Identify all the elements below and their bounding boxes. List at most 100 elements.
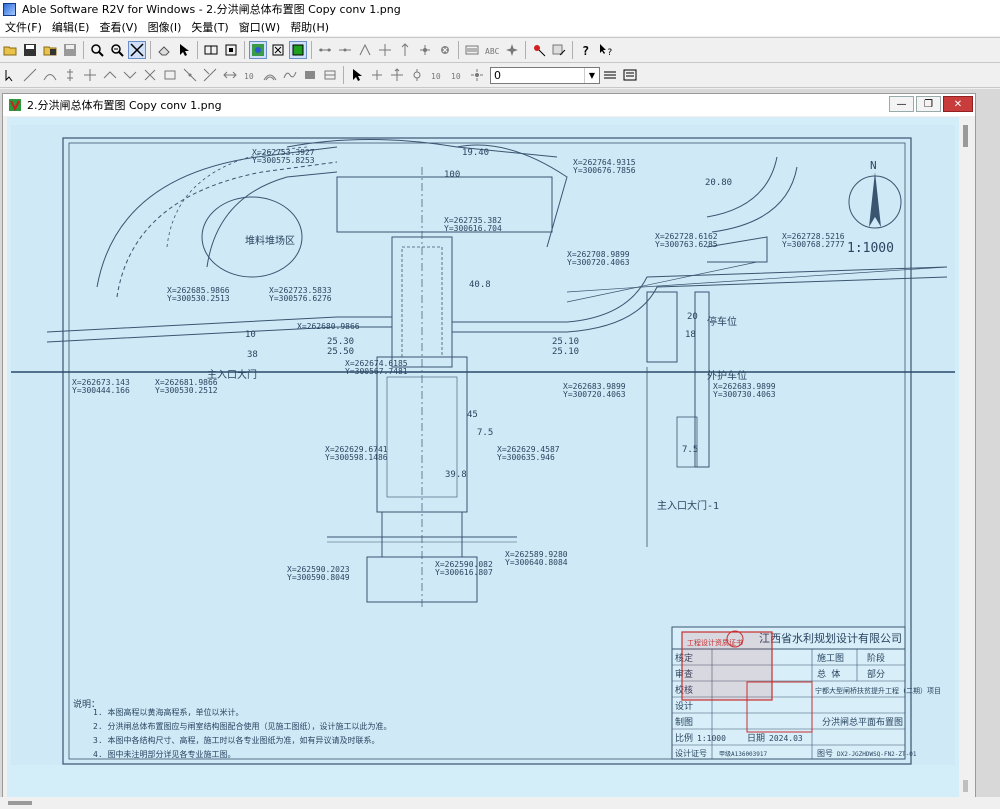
cross-node-icon[interactable] <box>81 66 99 84</box>
cross-tool-icon[interactable] <box>128 41 146 59</box>
eraser-icon[interactable] <box>155 41 173 59</box>
dim-label: 7.5 <box>682 445 698 455</box>
toolbar-separator <box>197 41 198 59</box>
toolbar-separator <box>83 41 84 59</box>
app-titlebar: Able Software R2V for Windows - 2.分洪闸总体布… <box>0 0 1000 18</box>
horizontal-scrollbar[interactable] <box>0 797 1000 809</box>
save-icon[interactable] <box>21 41 39 59</box>
horizontal-scroll-thumb[interactable] <box>8 801 32 805</box>
list-icon[interactable] <box>621 66 639 84</box>
select-vector-icon[interactable] <box>348 66 366 84</box>
menu-bar: 文件(F) 编辑(E) 查看(V) 图像(I) 矢量(T) 窗口(W) 帮助(H… <box>0 18 1000 36</box>
note-line: 3. 本图中各结构尺寸、高程，施工时以各专业图纸为准，如有异议请及时联系。 <box>93 735 379 745</box>
dim-label: 19.40 <box>462 148 489 158</box>
rectangle-icon[interactable] <box>161 66 179 84</box>
minimize-button[interactable]: — <box>889 96 914 112</box>
image-view-icon[interactable] <box>249 41 267 59</box>
label-edit-icon[interactable]: 10 <box>428 66 446 84</box>
coord-label: Y=300676.7856 <box>573 166 636 175</box>
coord-label: Y=300720.4063 <box>567 258 630 267</box>
coord-label: Y=300720.4063 <box>563 390 626 399</box>
vector-tool-1-icon[interactable] <box>1 66 19 84</box>
drawing-canvas[interactable]: N 1:1000 X=262753.3927 Y=300575.8253 X=2… <box>7 117 959 800</box>
zoom-in-icon[interactable] <box>88 41 106 59</box>
label-icon[interactable]: 10 <box>241 66 259 84</box>
line-node-icon[interactable] <box>316 41 334 59</box>
svg-text:10: 10 <box>451 72 461 81</box>
dim-label: 100 <box>444 170 460 180</box>
draw-line-icon[interactable] <box>21 66 39 84</box>
green-square-icon[interactable] <box>289 41 307 59</box>
menu-edit[interactable]: 编辑(E) <box>47 19 95 35</box>
frame-icon[interactable] <box>222 41 240 59</box>
abc-text-icon[interactable]: ABC <box>483 41 501 59</box>
document-titlebar[interactable]: 2.分洪闸总体布置图 Copy conv 1.png — ❐ ✕ <box>3 94 975 116</box>
point-icon[interactable] <box>416 41 434 59</box>
coord-label: X=262680.9866 <box>297 322 360 331</box>
pick-color-icon[interactable] <box>530 41 548 59</box>
svg-text:10: 10 <box>431 72 441 81</box>
menu-file[interactable]: 文件(F) <box>0 19 47 35</box>
split-line-icon[interactable] <box>101 66 119 84</box>
node-icon[interactable] <box>376 41 394 59</box>
line-split-icon[interactable] <box>336 41 354 59</box>
company-name: 江西省水利规划设计有限公司 <box>759 631 902 645</box>
vertical-scroll-thumb[interactable] <box>963 125 968 147</box>
value-combo[interactable]: 0 ▼ <box>490 66 600 84</box>
help-icon[interactable]: ? <box>577 41 595 59</box>
fill-region-icon[interactable] <box>301 66 319 84</box>
coord-label: Y=300530.2512 <box>155 386 218 395</box>
dim-label: 45 <box>467 410 478 420</box>
north-label: N <box>870 159 877 172</box>
part-value: 部分 <box>867 668 885 680</box>
stage-value: 阶段 <box>867 652 885 664</box>
delete-node-icon[interactable] <box>436 41 454 59</box>
join-line-icon[interactable] <box>121 66 139 84</box>
coord-label: Y=300730.4063 <box>713 390 776 399</box>
menu-image[interactable]: 图像(I) <box>143 19 187 35</box>
menu-vector[interactable]: 矢量(T) <box>186 19 233 35</box>
edit-image-icon[interactable] <box>550 41 568 59</box>
vertical-scroll-end[interactable] <box>963 780 968 792</box>
context-help-icon[interactable]: ? <box>597 41 615 59</box>
draw-curve-icon[interactable] <box>41 66 59 84</box>
move-node-icon[interactable] <box>396 41 414 59</box>
text-block-icon[interactable] <box>463 41 481 59</box>
diagonal-cross-icon[interactable] <box>201 66 219 84</box>
diagonal-icon[interactable] <box>181 66 199 84</box>
chevron-down-icon[interactable]: ▼ <box>584 67 599 83</box>
contour-icon[interactable] <box>261 66 279 84</box>
svg-text:ABC: ABC <box>485 47 499 56</box>
menu-view[interactable]: 查看(V) <box>94 19 142 35</box>
save-all-icon[interactable] <box>41 41 59 59</box>
horizontal-split-icon[interactable] <box>221 66 239 84</box>
dim-label: 40.8 <box>469 280 491 290</box>
disk-icon[interactable] <box>61 41 79 59</box>
star-node-icon[interactable] <box>503 41 521 59</box>
select-arrow-icon[interactable] <box>175 41 193 59</box>
fit-window-icon[interactable] <box>269 41 287 59</box>
drawing-name: 分洪闸总平面布置图 <box>822 716 903 728</box>
grid-icon[interactable] <box>202 41 220 59</box>
zoom-out-icon[interactable] <box>108 41 126 59</box>
snap-icon[interactable] <box>141 66 159 84</box>
hatch-icon[interactable] <box>321 66 339 84</box>
open-folder-icon[interactable] <box>1 41 19 59</box>
label-set-icon[interactable]: 10 <box>448 66 466 84</box>
part-label: 总 体 <box>817 668 840 680</box>
move-point-icon[interactable] <box>388 66 406 84</box>
sun-icon[interactable] <box>468 66 486 84</box>
vertical-scrollbar[interactable] <box>959 117 973 800</box>
vertical-node-icon[interactable] <box>61 66 79 84</box>
close-button[interactable]: ✕ <box>943 96 973 112</box>
menu-help[interactable]: 帮助(H) <box>285 19 334 35</box>
vertex-icon[interactable] <box>356 41 374 59</box>
stage-label: 施工图 <box>817 652 844 664</box>
restore-button[interactable]: ❐ <box>916 96 941 112</box>
smooth-icon[interactable] <box>281 66 299 84</box>
menu-window[interactable]: 窗口(W) <box>234 19 285 35</box>
align-icon[interactable] <box>601 66 619 84</box>
node-edit-icon[interactable] <box>408 66 426 84</box>
toolbar-separator <box>244 41 245 59</box>
add-point-icon[interactable] <box>368 66 386 84</box>
